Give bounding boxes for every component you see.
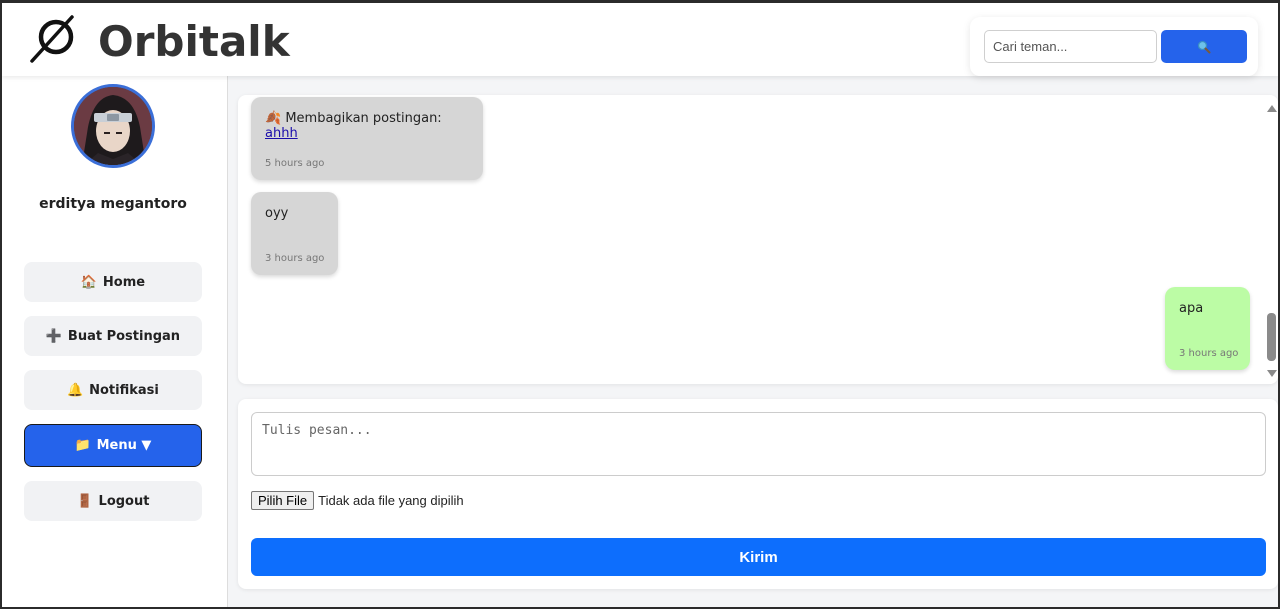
shared-post-link[interactable]: ahhh [265, 126, 298, 141]
nav-notifications-button[interactable]: 🔔 Notifikasi [24, 370, 202, 410]
message-timestamp: 3 hours ago [265, 253, 325, 264]
door-icon: 🚪 [76, 493, 93, 509]
orbit-logo-icon [30, 15, 74, 63]
message-text: oyy [265, 206, 289, 221]
message-text: 🍂 Membagikan postingan: ahhh [265, 111, 469, 141]
app-window: Orbitalk erditya megantoro [2, 3, 1278, 607]
leaf-icon: 🍂 [265, 111, 282, 126]
search-bar [970, 17, 1258, 76]
scroll-up-arrow-icon[interactable] [1267, 105, 1277, 112]
nav-logout-button[interactable]: 🚪 Logout [24, 481, 202, 521]
message-text: apa [1179, 301, 1204, 316]
search-input[interactable] [984, 30, 1157, 63]
shared-post-prefix: Membagikan postingan: [285, 111, 442, 126]
nav-logout-label: Logout [98, 493, 150, 509]
nav-notifications-label: Notifikasi [89, 382, 159, 398]
choose-file-button[interactable]: Pilih File [251, 491, 315, 510]
bell-icon: 🔔 [67, 382, 84, 398]
brand-name: Orbitalk [98, 17, 290, 66]
house-icon: 🏠 [80, 274, 98, 290]
folder-icon: 📁 [74, 438, 91, 453]
nav-menu-label: Menu ▼ [96, 438, 152, 453]
message-input[interactable] [251, 412, 1266, 476]
chat-messages-panel[interactable]: 🍂 Membagikan postingan: ahhh 5 hours ago… [238, 95, 1278, 384]
file-status: Tidak ada file yang dipilih [318, 493, 464, 508]
nav-home-label: Home [102, 274, 146, 290]
scroll-down-arrow-icon[interactable] [1267, 370, 1277, 377]
send-button[interactable]: Kirim [251, 538, 1266, 576]
plus-icon: ➕ [45, 328, 63, 344]
search-icon [1197, 40, 1211, 53]
nav-menu-dropdown[interactable]: 📁 Menu ▼ [24, 424, 202, 467]
message-bubble-own: apa 3 hours ago [1165, 287, 1250, 370]
message-timestamp: 3 hours ago [1179, 348, 1239, 359]
top-header: Orbitalk [2, 3, 1278, 76]
username: erditya megantoro [39, 196, 187, 212]
message-bubble: 🍂 Membagikan postingan: ahhh 5 hours ago [251, 97, 483, 180]
chat-scrollbar[interactable] [1264, 95, 1278, 384]
message-bubble: oyy 3 hours ago [251, 192, 338, 275]
nav-create-post-label: Buat Postingan [67, 328, 181, 344]
scrollbar-thumb[interactable] [1267, 313, 1276, 361]
compose-panel: Pilih File Tidak ada file yang dipilih K… [238, 399, 1278, 589]
nav-create-post-button[interactable]: ➕ Buat Postingan [24, 316, 202, 356]
message-timestamp: 5 hours ago [265, 158, 325, 169]
avatar-image [74, 87, 152, 165]
sidebar: erditya megantoro 🏠 Home ➕ Buat Postinga… [2, 76, 228, 607]
file-picker: Pilih File Tidak ada file yang dipilih [251, 491, 464, 510]
nav-home-button[interactable]: 🏠 Home [24, 262, 202, 302]
search-button[interactable] [1161, 30, 1247, 63]
avatar[interactable] [71, 84, 155, 168]
